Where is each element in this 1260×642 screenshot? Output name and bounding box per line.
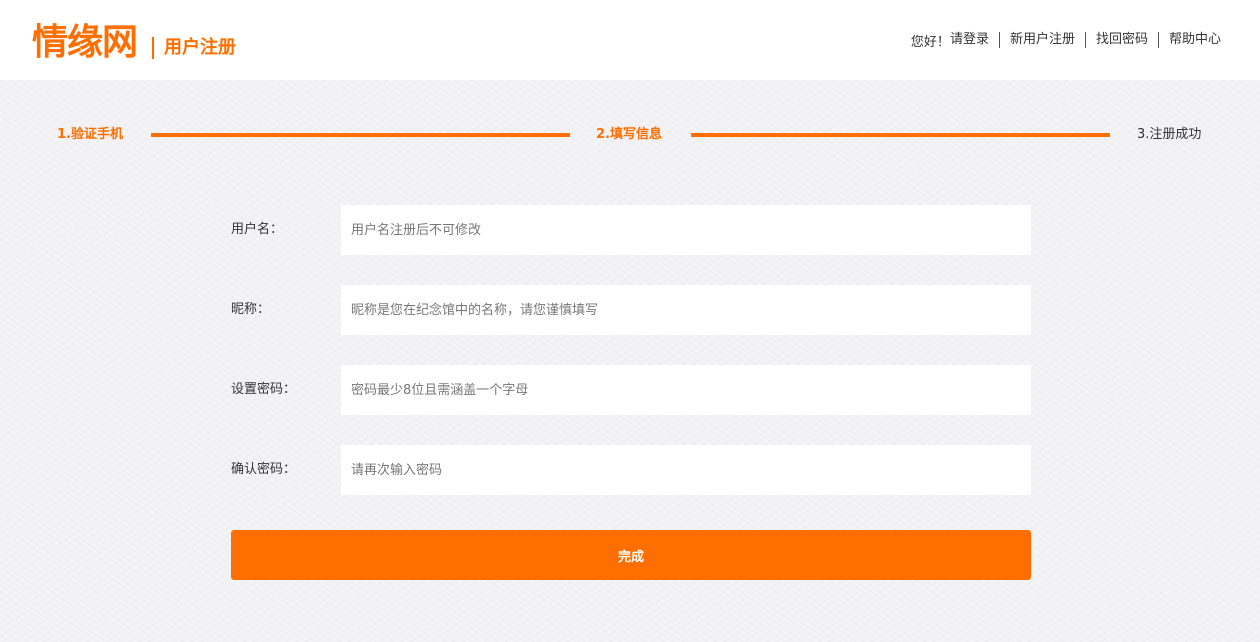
nav-item-recover: 找回密码 bbox=[1084, 32, 1158, 48]
page-subtitle: 用户注册 bbox=[164, 37, 236, 58]
confirm-password-row: 确认密码： bbox=[231, 445, 1031, 495]
step-1-label: 1.验证手机 bbox=[57, 127, 123, 142]
register-link[interactable]: 新用户注册 bbox=[1010, 32, 1075, 47]
username-input[interactable] bbox=[341, 205, 1031, 255]
password-input[interactable] bbox=[341, 365, 1031, 415]
username-row: 用户名： bbox=[231, 205, 1031, 255]
nickname-row: 昵称： bbox=[231, 285, 1031, 335]
progress-steps: 1.验证手机 2.填写信息 3.注册成功 bbox=[0, 120, 1260, 150]
help-center-link[interactable]: 帮助中心 bbox=[1169, 32, 1221, 47]
logo-divider bbox=[152, 37, 154, 59]
step-connector-2 bbox=[691, 133, 1110, 137]
confirm-password-label: 确认密码： bbox=[231, 462, 297, 477]
nav-item-help: 帮助中心 bbox=[1157, 32, 1221, 48]
step-connector-1 bbox=[151, 133, 570, 137]
header: 情缘网 用户注册 您好！ 请登录 新用户注册 找回密码 帮助中心 bbox=[0, 0, 1260, 80]
nav-item-login: 请登录 bbox=[950, 32, 999, 48]
finish-button[interactable]: 完成 bbox=[231, 530, 1031, 580]
password-row: 设置密码： bbox=[231, 365, 1031, 415]
top-nav: 您好！ 请登录 新用户注册 找回密码 帮助中心 bbox=[910, 31, 1221, 50]
nickname-input[interactable] bbox=[341, 285, 1031, 335]
username-label: 用户名： bbox=[231, 222, 284, 237]
confirm-password-input[interactable] bbox=[341, 445, 1031, 495]
nickname-label: 昵称： bbox=[231, 302, 271, 317]
login-link[interactable]: 请登录 bbox=[950, 32, 989, 47]
password-label: 设置密码： bbox=[231, 382, 297, 397]
site-logo[interactable]: 情缘网 bbox=[32, 20, 138, 64]
step-3-label: 3.注册成功 bbox=[1137, 127, 1202, 142]
step-2-label: 2.填写信息 bbox=[596, 127, 662, 142]
greeting-text: 您好！ bbox=[910, 34, 950, 50]
nav-item-register: 新用户注册 bbox=[998, 32, 1085, 48]
recover-password-link[interactable]: 找回密码 bbox=[1096, 32, 1148, 47]
